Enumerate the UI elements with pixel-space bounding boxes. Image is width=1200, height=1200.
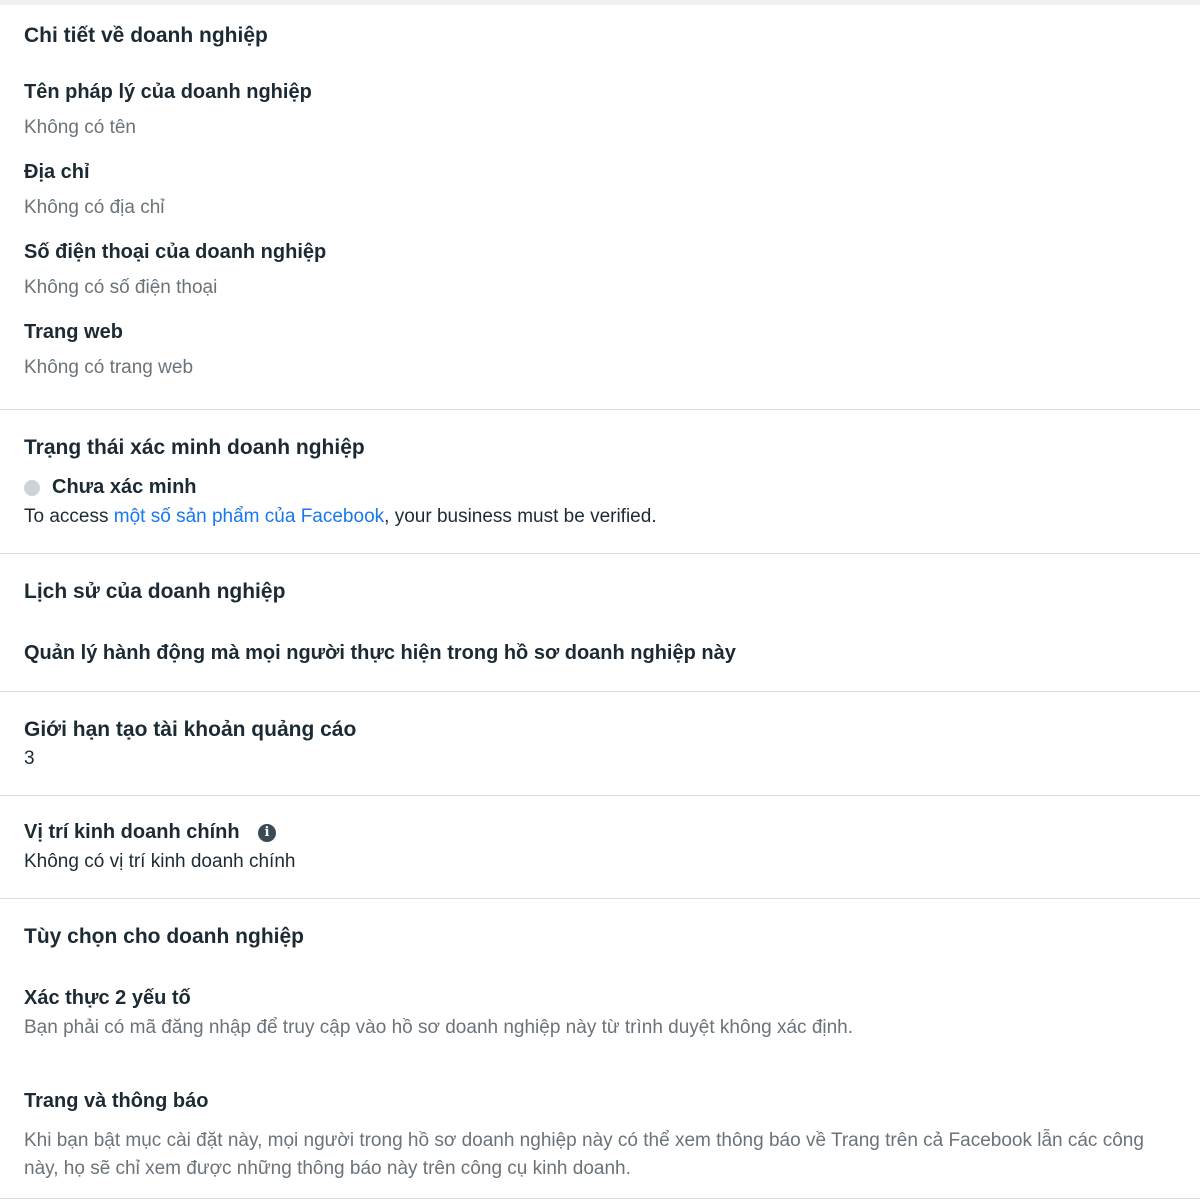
divider [0,795,1200,796]
verification-note: To access một số sản phẩm của Facebook, … [24,506,657,528]
verification-note-suffix: , your business must be verified. [384,506,657,527]
address-value: Không có địa chỉ [24,197,165,218]
verification-note-prefix: To access [24,506,114,527]
business-options-heading: Tùy chọn cho doanh nghiệp [24,925,304,948]
divider [0,691,1200,692]
verification-status: Chưa xác minh [52,476,197,498]
legal-name-value: Không có tên [24,117,136,138]
two-factor-description: Bạn phải có mã đăng nhập để truy cập vào… [24,1017,854,1038]
facebook-products-link[interactable]: một số sản phẩm của Facebook [114,506,384,527]
two-factor-label: Xác thực 2 yếu tố [24,987,191,1009]
website-label: Trang web [24,321,123,343]
ad-account-limit-heading: Giới hạn tạo tài khoản quảng cáo [24,718,357,741]
divider [0,553,1200,554]
website-value: Không có trang web [24,357,194,378]
pages-notifications-desc-line1: Khi bạn bật mục cài đặt này, mọi người t… [24,1130,1144,1151]
manage-actions-link[interactable]: Quản lý hành động mà mọi người thực hiện… [24,642,736,665]
address-label: Địa chỉ [24,161,90,183]
pages-notifications-label: Trang và thông báo [24,1090,209,1112]
top-strip [0,0,1200,5]
ad-account-limit-value: 3 [24,748,35,769]
business-details-heading: Chi tiết về doanh nghiệp [24,24,268,47]
divider [0,409,1200,410]
divider [0,898,1200,899]
history-heading: Lịch sử của doanh nghiệp [24,580,286,603]
legal-name-label: Tên pháp lý của doanh nghiệp [24,81,312,103]
pages-notifications-description: Khi bạn bật mục cài đặt này, mọi người t… [24,1127,1200,1183]
pages-notifications-desc-line2: này, họ sẽ chỉ xem được những thông báo … [24,1158,631,1179]
primary-location-heading: Vị trí kinh doanh chính [24,821,240,843]
phone-label: Số điện thoại của doanh nghiệp [24,241,327,263]
primary-location-value: Không có vị trí kinh doanh chính [24,851,296,872]
status-dot-icon [24,480,40,496]
divider [0,1198,1200,1199]
info-icon[interactable]: i [258,824,276,842]
verification-heading: Trạng thái xác minh doanh nghiệp [24,436,365,459]
phone-value: Không có số điện thoại [24,277,218,298]
